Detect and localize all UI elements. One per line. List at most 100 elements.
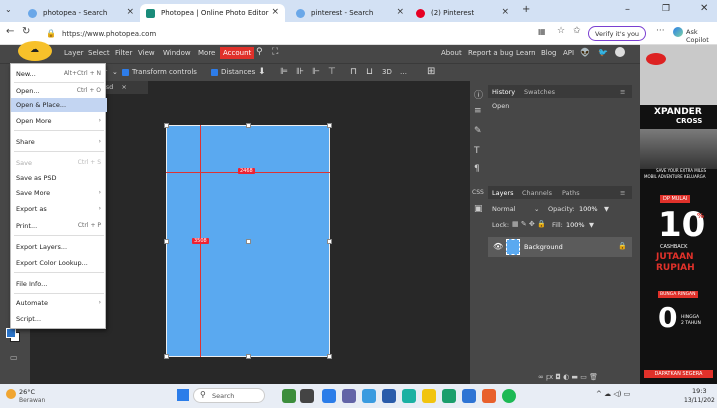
blend-mode-select[interactable]: Normal [492, 205, 516, 213]
transform-handle[interactable] [164, 354, 169, 359]
ad-cta-button[interactable]: DAPATKAN SEGERA [644, 370, 713, 378]
panel-menu-icon[interactable]: ≡ [620, 88, 625, 96]
menu-window[interactable]: Window [163, 49, 191, 57]
copilot-icon[interactable] [673, 27, 683, 37]
menu-item-automate[interactable]: Automate › [11, 296, 107, 310]
history-entry[interactable]: Open [492, 102, 509, 110]
menu-more[interactable]: More [198, 49, 215, 57]
pilcrow-icon[interactable]: ¶ [474, 164, 480, 174]
transform-handle[interactable] [246, 123, 251, 128]
menu-item-export-as[interactable]: Export as › [11, 202, 107, 216]
weather-icon[interactable] [6, 389, 16, 399]
ad-banner[interactable]: XPANDER CROSS SAVE YOUR EXTRA MILES MOBI… [640, 45, 717, 384]
back-icon[interactable]: ← [6, 26, 14, 37]
3d-label[interactable]: 3D [382, 68, 392, 76]
powerpoint-icon[interactable] [482, 389, 496, 403]
character-icon[interactable]: T [474, 146, 480, 156]
layer-actions-icons[interactable]: ∞ ꝼx ◘ ◐ ▬ ▭ 🗑 [538, 373, 598, 382]
close-icon[interactable]: × [501, 7, 509, 17]
quick-mask-icon[interactable]: ▭ [10, 353, 18, 362]
menu-item-save[interactable]: Save Ctrl + S [11, 156, 107, 170]
edge-icon[interactable] [322, 389, 336, 403]
menu-item-export-color-lookup[interactable]: Export Color Lookup... [11, 256, 107, 270]
menu-layer[interactable]: Layer [64, 49, 84, 57]
transform-handle[interactable] [327, 354, 332, 359]
facebook-icon[interactable] [615, 47, 625, 57]
distances-checkbox[interactable] [211, 69, 218, 76]
weather-temp[interactable]: 26°C [19, 388, 35, 396]
menu-item-print[interactable]: Print... Ctrl + P [11, 219, 107, 233]
distribute-v-icon[interactable]: ⊔ [366, 67, 373, 77]
windows-start-icon[interactable] [177, 389, 189, 401]
teams-icon[interactable] [342, 389, 356, 403]
paragraph-icon[interactable]: ≡ [474, 106, 482, 116]
link-report-bug[interactable]: Report a bug [468, 49, 513, 57]
align-icon[interactable]: ⬇ [258, 67, 266, 77]
clock-date[interactable]: 13/11/202 [684, 397, 715, 404]
chevron-down-icon[interactable]: ▼ [589, 221, 594, 229]
css-label[interactable]: CSS [472, 189, 484, 196]
minimize-icon[interactable]: – [625, 4, 630, 15]
panel-scrollbar[interactable] [632, 81, 640, 384]
tab-channels[interactable]: Channels [522, 189, 552, 197]
tab-pinterest-search[interactable]: pinterest - Search × [290, 4, 410, 22]
chevron-down-icon[interactable]: ▼ [604, 205, 609, 213]
reddit-icon[interactable]: 👽 [580, 48, 590, 57]
menu-item-save-psd[interactable]: Save as PSD [11, 171, 107, 185]
foreground-color-swatch[interactable] [6, 328, 16, 338]
fill-value[interactable]: 100% [566, 221, 585, 229]
panel-menu-icon[interactable]: ≡ [620, 189, 625, 197]
transform-handle[interactable] [327, 123, 332, 128]
fullscreen-icon[interactable]: ⛶ [272, 47, 278, 57]
task-view-icon[interactable] [300, 389, 314, 403]
tab-list-chevron-icon[interactable]: ⌄ [5, 5, 12, 14]
link-about[interactable]: About [441, 49, 462, 57]
menu-item-share[interactable]: Share › [11, 135, 107, 149]
menu-item-new[interactable]: New... Alt+Ctrl + N [11, 67, 107, 81]
widgets-icon[interactable] [282, 389, 296, 403]
menu-item-export-layers[interactable]: Export Layers... [11, 240, 107, 254]
close-icon[interactable]: × [271, 7, 279, 17]
transform-handle[interactable] [246, 354, 251, 359]
spotify-icon[interactable] [502, 389, 516, 403]
link-blog[interactable]: Blog [541, 49, 556, 57]
align-top-icon[interactable]: ⊤ [328, 67, 336, 77]
layer-name[interactable]: Background [524, 243, 563, 251]
link-learn[interactable]: Learn [516, 49, 536, 57]
menu-filter[interactable]: Filter [115, 49, 132, 57]
tab-photopea-editor[interactable]: Photopea | Online Photo Editor × [140, 4, 285, 22]
restore-icon[interactable]: ❐ [662, 4, 670, 14]
edge-dev-icon[interactable] [402, 389, 416, 403]
image-icon[interactable]: ▣ [474, 204, 483, 214]
close-icon[interactable]: × [396, 7, 404, 17]
close-window-icon[interactable]: ✕ [700, 3, 708, 14]
transform-handle[interactable] [246, 239, 251, 244]
menu-item-file-info[interactable]: File Info... [11, 277, 107, 291]
transform-handle[interactable] [164, 123, 169, 128]
twitter-icon[interactable]: 🐦 [598, 48, 608, 57]
url-field[interactable]: 🔒 https://www.photopea.com [46, 25, 616, 42]
more-menu-icon[interactable]: ··· [656, 26, 665, 36]
more-options-icon[interactable]: … [400, 68, 407, 76]
link-api[interactable]: API [563, 49, 574, 57]
tab-paths[interactable]: Paths [562, 189, 580, 197]
tab-history[interactable]: History [492, 88, 515, 96]
menu-select[interactable]: Select [88, 49, 110, 57]
distribute-icon[interactable]: ⊓ [350, 67, 357, 77]
favorite-star-icon[interactable]: ☆ [557, 26, 565, 36]
file-explorer-icon[interactable] [422, 389, 436, 403]
menu-view[interactable]: View [138, 49, 155, 57]
layer-row[interactable]: 👁 Background 🔒 [488, 237, 632, 257]
menu-item-script[interactable]: Script... [11, 312, 107, 326]
opacity-value[interactable]: 100% [579, 205, 598, 213]
store-icon[interactable] [362, 389, 376, 403]
transform-handle[interactable] [327, 239, 332, 244]
align-center-icon[interactable]: ⊪ [296, 67, 304, 77]
align-left-icon[interactable]: ⊫ [280, 67, 288, 77]
system-tray-icons[interactable]: ^ ☁ ◁) ▭ [596, 390, 630, 398]
tab-layers[interactable]: Layers [492, 189, 514, 197]
onedrive-icon[interactable] [462, 389, 476, 403]
transform-checkbox[interactable] [122, 69, 129, 76]
grid-icon[interactable]: ⊞ [427, 66, 435, 77]
menu-item-open-more[interactable]: Open More › [11, 114, 107, 128]
